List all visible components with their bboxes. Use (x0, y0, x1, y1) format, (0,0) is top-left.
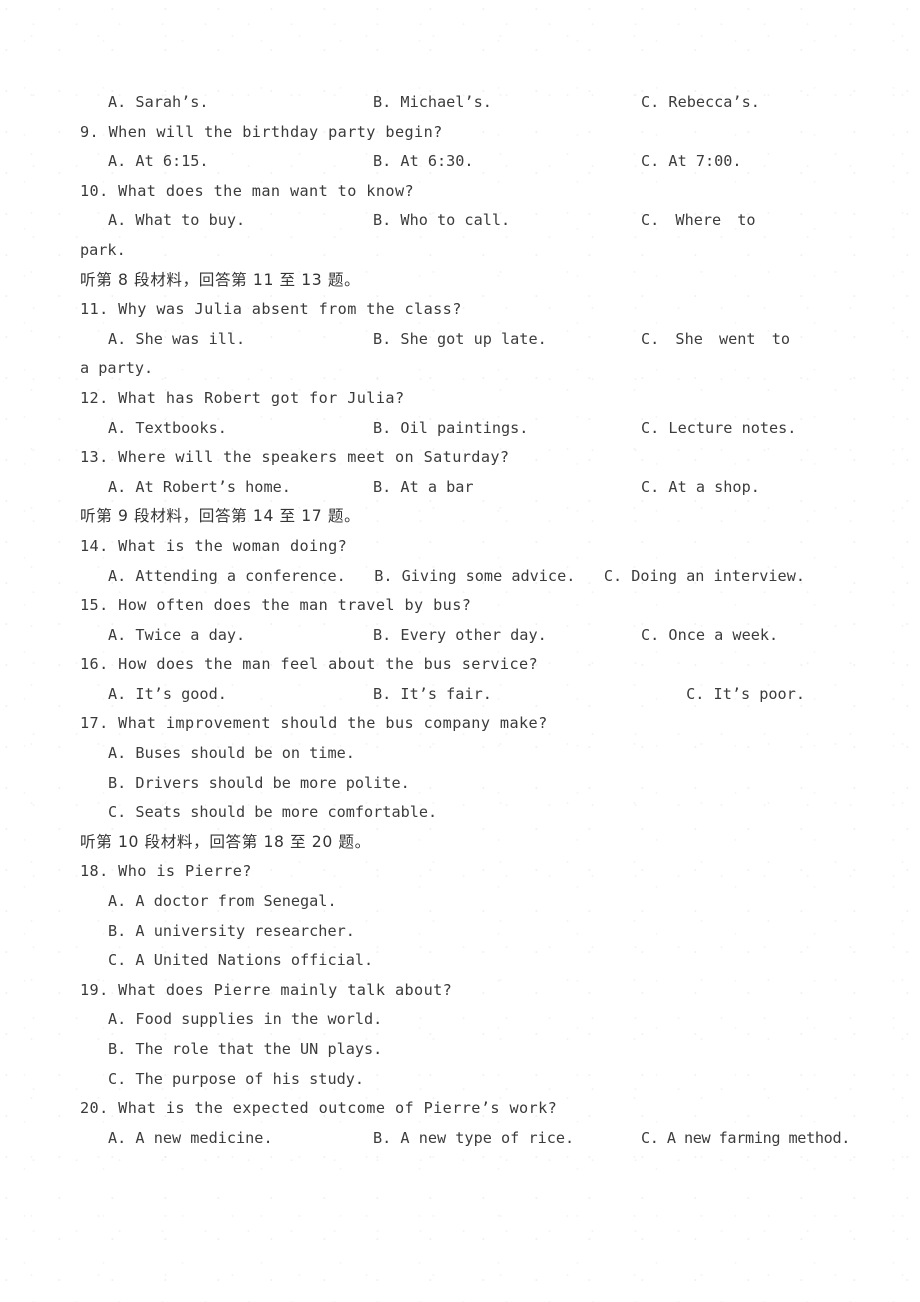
question-stem-12: 12. What has Robert got for Julia? (80, 388, 405, 407)
option-a: A. At Robert’s home. (108, 477, 291, 496)
question-stem-17: 17. What improvement should the bus comp… (80, 714, 548, 733)
question-stem-20: 20. What is the expected outcome of Pier… (80, 1099, 558, 1118)
option-c: C. At 7:00. (641, 152, 742, 171)
option-row-q10: A. What to buy. B. Who to call. C. Where… (80, 206, 805, 236)
option-c: C. Lecture notes. (641, 418, 797, 437)
option-b: B. Michael’s. (373, 93, 492, 111)
option-row-q9: A. At 6:15. B. At 6:30. C. At 7:00. (80, 147, 805, 177)
option-row-q14: A. Attending a conference. B. Giving som… (80, 562, 805, 592)
option-a: A. Sarah’s. (108, 93, 209, 111)
option-a: A. Attending a conference. (108, 566, 346, 585)
exam-content-body: A. Sarah’s. B. Michael’s. C. Rebecca’s. … (80, 88, 850, 1154)
option-b: B. A new type of rice. (373, 1128, 575, 1147)
option-b: B. At a bar (373, 477, 474, 496)
option-c: C. She went to (641, 329, 791, 348)
option-a-q17: A. Buses should be on time. (108, 744, 355, 763)
option-c: C. Where to (641, 211, 756, 230)
option-b-q18: B. A university researcher. (108, 921, 355, 940)
option-c-q17: C. Seats should be more comfortable. (108, 803, 438, 822)
question-stem-16: 16. How does the man feel about the bus … (80, 655, 539, 674)
option-row-q11: A. She was ill. B. She got up late. C. S… (80, 325, 805, 355)
option-b-q19: B. The role that the UN plays. (108, 1040, 383, 1058)
section-heading-10: 听第 10 段材料，回答第 18 至 20 题。 (80, 832, 371, 851)
option-b: B. It’s fair. (373, 684, 492, 703)
option-a: A. At 6:15. (108, 152, 209, 171)
option-b: B. At 6:30. (373, 152, 474, 171)
option-row-q13: A. At Robert’s home. B. At a bar C. At a… (80, 473, 805, 503)
question-stem-18: 18. Who is Pierre? (80, 862, 252, 881)
option-a-q19: A. Food supplies in the world. (108, 1010, 383, 1029)
option-c: C. At a shop. (641, 477, 760, 496)
option-row-q16: A. It’s good. B. It’s fair. C. It’s poor… (80, 680, 805, 710)
option-c-q19: C. The purpose of his study. (108, 1069, 365, 1088)
question-stem-9: 9. When will the birthday party begin? (80, 122, 443, 141)
option-row-q12: A. Textbooks. B. Oil paintings. C. Lectu… (80, 414, 805, 444)
option-c: C. Doing an interview. (603, 566, 805, 585)
document-page: A. Sarah’s. B. Michael’s. C. Rebecca’s. … (0, 0, 920, 1302)
option-row-q20: A. A new medicine. B. A new type of rice… (80, 1124, 850, 1154)
option-row-q8: A. Sarah’s. B. Michael’s. C. Rebecca’s. (80, 88, 805, 118)
option-c: C. Rebecca’s. (641, 93, 760, 111)
option-c: C. It’s poor. (686, 684, 805, 703)
question-stem-15: 15. How often does the man travel by bus… (80, 596, 472, 615)
option-c-q18: C. A United Nations official. (108, 951, 374, 970)
option-b: B. Every other day. (373, 625, 547, 644)
question-stem-19: 19. What does Pierre mainly talk about? (80, 980, 453, 999)
question-stem-11: 11. Why was Julia absent from the class? (80, 300, 462, 319)
option-b: B. Who to call. (373, 211, 511, 230)
option-b: B. She got up late. (373, 329, 547, 348)
option-a: A. It’s good. (108, 684, 227, 703)
option-a: A. Twice a day. (108, 625, 246, 644)
option-a: A. A new medicine. (108, 1128, 273, 1147)
option-b-q17: B. Drivers should be more polite. (108, 773, 410, 792)
option-c: C. Once a week. (641, 625, 779, 644)
option-b: B. Giving some advice. (374, 566, 576, 585)
option-row-q15: A. Twice a day. B. Every other day. C. O… (80, 621, 805, 651)
option-a: A. She was ill. (108, 329, 246, 348)
option-c: C. A new farming method. (641, 1128, 851, 1147)
question-stem-14: 14. What is the woman doing? (80, 536, 348, 555)
option-a: A. What to buy. (108, 211, 246, 230)
option-a: A. Textbooks. (108, 418, 227, 437)
option-c-continuation-q11: a party. (80, 359, 154, 378)
question-stem-13: 13. Where will the speakers meet on Satu… (80, 448, 510, 467)
option-b: B. Oil paintings. (373, 418, 529, 437)
option-a-q18: A. A doctor from Senegal. (108, 892, 337, 911)
section-heading-8: 听第 8 段材料，回答第 11 至 13 题。 (80, 270, 361, 289)
section-heading-9: 听第 9 段材料，回答第 14 至 17 题。 (80, 507, 361, 526)
option-c-continuation-q10: park. (80, 240, 126, 259)
question-stem-10: 10. What does the man want to know? (80, 181, 415, 200)
